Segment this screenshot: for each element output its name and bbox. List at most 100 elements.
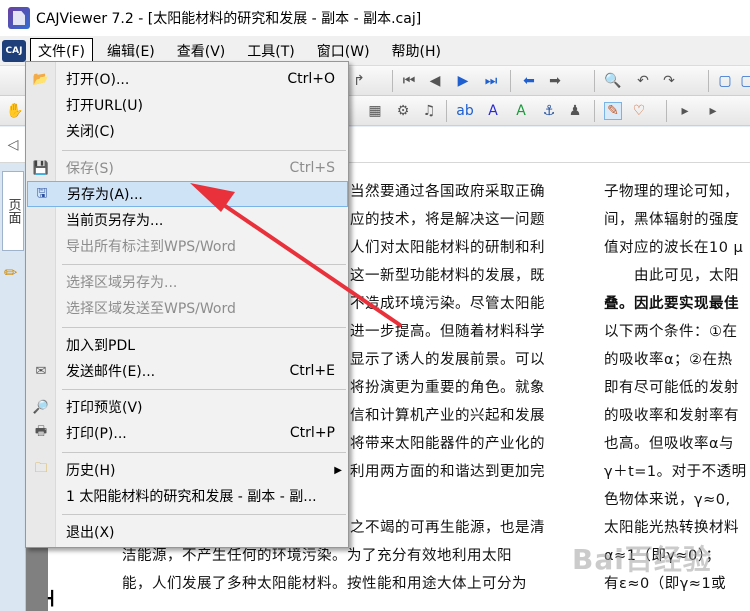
menu-window[interactable]: 窗口(W)	[309, 38, 378, 64]
doc-line: 这一新型功能材料的发展，既	[350, 268, 545, 284]
select-image-icon[interactable]: ▦	[366, 102, 384, 120]
menu-item-send-mail[interactable]: ✉ 发送邮件(E)... Ctrl+E	[27, 358, 348, 384]
menu-tools[interactable]: 工具(T)	[239, 38, 302, 64]
doc-line: 叠。因此要实现最佳	[604, 296, 739, 312]
sidebar-tab-pages[interactable]: 页面	[2, 171, 24, 251]
menu-item-print-preview[interactable]: 🔎 打印预览(V)	[27, 394, 348, 420]
doc-line: 将带来太阳能器件的产业化的	[350, 436, 545, 452]
history-folder-icon: 🗀	[34, 461, 48, 476]
menu-item-shortcut: Ctrl+S	[289, 160, 335, 176]
menu-item-open-url[interactable]: 打开URL(U)	[27, 92, 348, 118]
sidebar-tab-label: 页面	[5, 198, 21, 224]
draw-shapes-icon[interactable]: ♡	[630, 102, 648, 120]
rotate-icon[interactable]: ↱	[350, 72, 368, 90]
toolbar-separator	[510, 70, 511, 92]
menu-item-label: 打印(P)...	[66, 426, 127, 442]
menu-item-label: 加入到PDL	[66, 338, 136, 354]
menu-item-save-selection[interactable]: 选择区域另存为...	[27, 269, 348, 295]
menu-item-label: 退出(X)	[66, 525, 115, 541]
toolbar-separator	[666, 100, 667, 122]
annotation-mark-icon: ┫	[48, 591, 57, 607]
menu-item-print[interactable]: 🖶 打印(P)... Ctrl+P	[27, 420, 348, 446]
hand-tool-icon[interactable]: ✋	[6, 102, 24, 120]
menu-item-save[interactable]: 💾 保存(S) Ctrl+S	[27, 155, 348, 181]
menu-item-label: 选择区域发送至WPS/Word	[66, 301, 236, 317]
music-icon[interactable]: ♫	[420, 102, 438, 120]
menu-file[interactable]: 文件(F)	[30, 37, 93, 64]
window-title: CAJViewer 7.2 - [太阳能材料的研究和发展 - 副本 - 副本.c…	[36, 11, 422, 27]
redo-icon[interactable]: ↷	[660, 72, 678, 90]
watermark: Bai百经验	[572, 543, 712, 576]
menu-item-label: 关闭(C)	[66, 124, 115, 140]
first-page-icon[interactable]: ⏮	[400, 72, 418, 90]
single-page-view-icon[interactable]: ▢	[716, 72, 734, 90]
play-icon[interactable]: ▸	[676, 102, 694, 120]
text-highlight-icon[interactable]: ab	[456, 102, 474, 120]
doc-line: 色物体来说，γ≈0,	[604, 492, 731, 508]
back-icon[interactable]: ⬅	[520, 72, 538, 90]
doc-line: 也高。但吸收率α与	[604, 436, 735, 452]
menu-item-send-selection[interactable]: 选择区域发送至WPS/Word	[27, 295, 348, 321]
menu-item-save-current-page[interactable]: 当前页另存为...	[27, 207, 348, 233]
scroll-left-icon[interactable]: ◁	[4, 136, 22, 154]
next-page-icon[interactable]: ▶	[454, 72, 472, 90]
menu-item-label: 1 太阳能材料的研究和发展 - 副本 - 副...	[66, 489, 317, 505]
last-page-icon[interactable]: ⏭	[482, 72, 500, 90]
print-preview-icon: 🔎	[32, 399, 50, 415]
menu-item-shortcut: Ctrl+P	[289, 425, 335, 441]
menu-item-export-annotations[interactable]: 导出所有标注到WPS/Word	[27, 233, 348, 259]
menu-item-label: 打印预览(V)	[66, 400, 143, 416]
menu-separator	[62, 150, 346, 151]
menu-separator	[62, 327, 346, 328]
doc-line: 由此可见，太阳	[604, 268, 739, 284]
doc-line: γ＋t=1。对于不透明	[604, 464, 747, 480]
folder-open-icon: 📂	[32, 71, 50, 87]
menu-view[interactable]: 查看(V)	[169, 38, 234, 64]
menu-item-save-as[interactable]: 🖫 另存为(A)...	[27, 181, 348, 207]
text-a-blue-icon[interactable]: A	[484, 102, 502, 120]
menu-item-exit[interactable]: 退出(X)	[27, 519, 348, 545]
anchor-icon[interactable]: ⚓	[540, 102, 558, 120]
more-tools-icon[interactable]: ▸	[704, 102, 722, 120]
doc-line: 当然要通过各国政府采取正确	[350, 184, 545, 200]
app-logo-icon	[8, 7, 30, 29]
save-as-icon: 🖫	[36, 186, 48, 201]
text-a-green-icon[interactable]: A	[512, 102, 530, 120]
menu-item-open[interactable]: 📂 打开(O)... Ctrl+O	[27, 66, 348, 92]
find-icon[interactable]: 🔍	[604, 72, 622, 90]
stamp-icon[interactable]: ♟	[566, 102, 584, 120]
menu-item-label: 历史(H)	[66, 463, 116, 479]
menu-help[interactable]: 帮助(H)	[384, 38, 449, 64]
menu-separator	[62, 264, 346, 265]
doc-line: 之不竭的可再生能源，也是清	[350, 520, 545, 536]
menu-item-label: 保存(S)	[66, 161, 114, 177]
forward-icon[interactable]: ➡	[546, 72, 564, 90]
doc-line: 显示了诱人的发展前景。可以	[350, 352, 545, 368]
menu-edit[interactable]: 编辑(E)	[99, 38, 163, 64]
prev-page-icon[interactable]: ◀	[426, 72, 444, 90]
toolbar-separator	[594, 100, 595, 122]
submenu-arrow-icon: ▶	[334, 464, 342, 476]
menu-separator	[62, 514, 346, 515]
doc-line: 利用两方面的和谐达到更加完	[350, 464, 545, 480]
menu-item-add-to-pdl[interactable]: 加入到PDL	[27, 332, 348, 358]
menu-item-label: 选择区域另存为...	[66, 275, 178, 291]
pencil-icon[interactable]: ✏	[4, 263, 17, 282]
menu-item-shortcut: Ctrl+E	[289, 363, 336, 379]
doc-line: 将扮演更为重要的角色。就象	[350, 380, 545, 396]
file-menu-dropdown: 📂 打开(O)... Ctrl+O 打开URL(U) 关闭(C) 💾 保存(S)…	[25, 61, 349, 548]
undo-icon[interactable]: ↶	[634, 72, 652, 90]
menu-item-recent-file-1[interactable]: 1 太阳能材料的研究和发展 - 副本 - 副...	[27, 483, 348, 509]
menu-item-history[interactable]: 🗀 历史(H) ▶	[27, 457, 348, 483]
caj-menu-logo-icon[interactable]: CAJ	[2, 39, 26, 62]
note-edit-icon[interactable]: ✎	[604, 102, 622, 120]
menu-item-label: 当前页另存为...	[66, 213, 164, 229]
film-icon[interactable]: ⚙	[394, 102, 412, 120]
toolbar-separator	[446, 100, 447, 122]
menu-item-close[interactable]: 关闭(C)	[27, 118, 348, 144]
left-sidebar: 页面 ✏	[0, 163, 26, 611]
continuous-view-icon[interactable]: ▢	[738, 72, 750, 90]
toolbar-separator	[594, 70, 595, 92]
menu-separator	[62, 389, 346, 390]
cajviewer-window: CAJViewer 7.2 - [太阳能材料的研究和发展 - 副本 - 副本.c…	[0, 0, 750, 611]
